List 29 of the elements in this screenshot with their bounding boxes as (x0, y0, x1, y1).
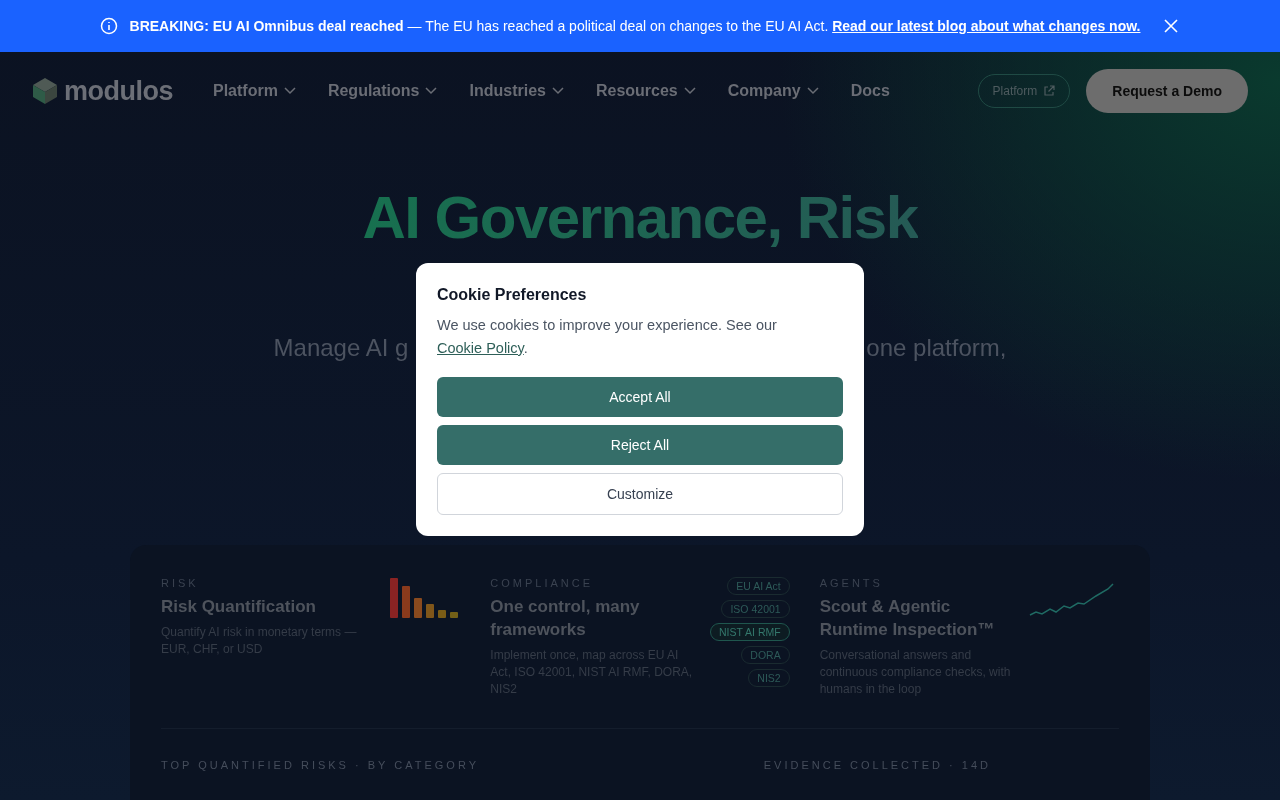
feature-title: Scout & Agentic Runtime Inspection™ (819, 596, 996, 641)
customize-button[interactable]: Customize (437, 473, 843, 515)
cookie-message: We use cookies to improve your experience. See our Cookie Policy. (437, 316, 778, 358)
close-icon[interactable] (1162, 17, 1181, 35)
feature-title: One control, many frameworks (490, 596, 641, 641)
dialog-title: Cookie Preferences (437, 286, 588, 304)
blog-link[interactable]: Read our latest blog about what changes now. (832, 18, 1141, 34)
nav-link[interactable]: Docs (850, 82, 890, 100)
reject-button[interactable]: Reject All (437, 425, 843, 465)
section-heading: EVIDENCE COLLECTED · 14D (763, 759, 991, 771)
nav-link[interactable]: Company (727, 82, 819, 100)
bar-graphic (390, 577, 461, 619)
hero-subtitle: Manage AI g (273, 334, 409, 362)
nav-link[interactable]: Resources (595, 82, 696, 100)
logo-text: modulos (64, 75, 173, 107)
cookie-policy-link[interactable]: Cookie Policy (437, 340, 524, 356)
info-icon (99, 17, 118, 35)
nav-link[interactable]: Platform (213, 82, 296, 100)
external-link-icon (1043, 85, 1056, 97)
cube-logo-icon (32, 77, 58, 105)
nav-link[interactable]: Industries (469, 82, 564, 100)
accept-button[interactable]: Accept All (437, 377, 843, 417)
demo-button[interactable]: Request a Demo (1086, 69, 1248, 113)
framework-tag: NIST AI RMF (710, 623, 790, 641)
section-heading: TOP QUANTIFIED RISKS · BY CATEGORY (161, 759, 479, 771)
hero-subtitle: one platform, (866, 334, 1007, 362)
feature-title: Risk Quantification (161, 596, 317, 618)
announcement-text: BREAKING: EU AI Omnibus deal reached — The EU has reached a political deal on changes to the EU AI Act. Read our latest blog about what changes now. (129, 18, 1141, 34)
nav-link[interactable]: Regulations (327, 82, 438, 100)
